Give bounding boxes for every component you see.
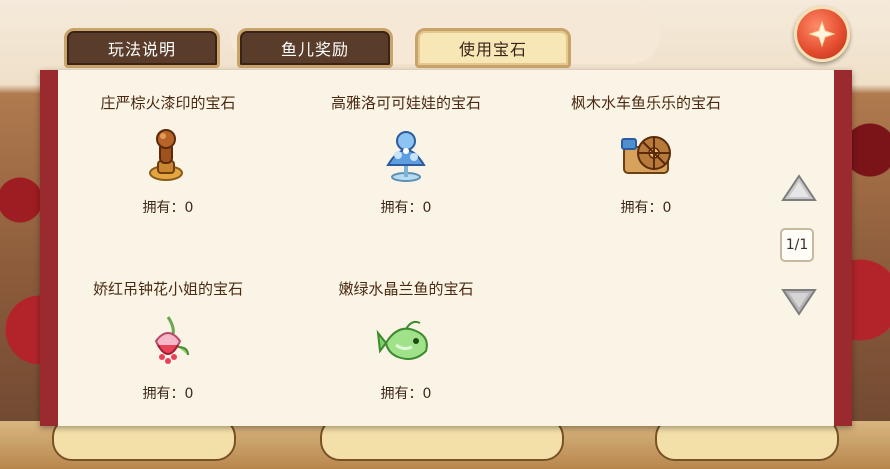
gem-count: 拥有：0 <box>380 386 432 402</box>
tab-label: 使用宝石 <box>458 40 527 59</box>
waterwheel-icon <box>616 125 676 185</box>
page-up-arrow-icon[interactable] <box>780 172 818 206</box>
fuchsia-flower-icon <box>138 311 198 371</box>
close-icon <box>809 21 835 47</box>
crystal-orchid-fish-icon <box>376 311 436 371</box>
gem-item[interactable]: 庄严棕火漆印的宝石 拥有：0 <box>58 92 278 217</box>
gem-name: 枫木水车鱼乐乐的宝石 <box>570 94 721 112</box>
tab-fish-rewards[interactable]: 鱼儿奖励 <box>237 28 393 68</box>
gem-name: 娇红吊钟花小姐的宝石 <box>92 280 243 298</box>
tab-use-gems[interactable]: 使用宝石 <box>415 28 571 68</box>
page-indicator-text: 1/1 <box>785 237 809 253</box>
close-button[interactable] <box>794 6 850 62</box>
gem-panel: 庄严棕火漆印的宝石 拥有：0 高雅洛可可娃娃的宝石 拥有：0 枫木水车鱼乐乐的宝… <box>40 70 852 426</box>
gem-count: 拥有：0 <box>142 200 194 216</box>
gem-count: 拥有：0 <box>620 200 672 216</box>
tab-rules[interactable]: 玩法说明 <box>64 28 220 68</box>
gem-item[interactable]: 高雅洛可可娃娃的宝石 拥有：0 <box>296 92 516 217</box>
tab-label: 鱼儿奖励 <box>280 40 349 59</box>
gem-count: 拥有：0 <box>142 386 194 402</box>
tab-label: 玩法说明 <box>107 40 176 59</box>
gem-name: 庄严棕火漆印的宝石 <box>100 94 236 112</box>
gem-count: 拥有：0 <box>380 200 432 216</box>
gem-item[interactable]: 娇红吊钟花小姐的宝石 拥有：0 <box>58 278 278 403</box>
gem-name: 高雅洛可可娃娃的宝石 <box>330 94 481 112</box>
page-down-arrow-icon[interactable] <box>780 284 818 318</box>
gem-item[interactable]: 枫木水车鱼乐乐的宝石 拥有：0 <box>536 92 756 217</box>
gem-name: 嫩绿水晶兰鱼的宝石 <box>338 280 474 298</box>
gem-item[interactable]: 嫩绿水晶兰鱼的宝石 拥有：0 <box>296 278 516 403</box>
rococo-doll-icon <box>376 125 436 185</box>
page-indicator: 1/1 <box>780 228 814 262</box>
wax-seal-icon <box>138 125 198 185</box>
